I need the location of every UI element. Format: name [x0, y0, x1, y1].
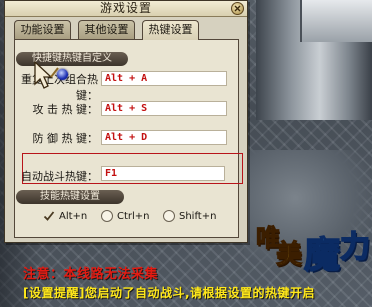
warning-notice: 注意：本线路无法采集 [23, 267, 159, 282]
logo-glyph-4: 力 [339, 229, 371, 266]
radio-icon[interactable] [163, 210, 175, 222]
attack-hotkey-input[interactable] [101, 101, 227, 116]
logo-glyph-3: 魔 [303, 233, 341, 277]
skill-hotkey-header: 技能热键设置 [16, 190, 124, 204]
tab-hotkey-settings[interactable]: 热键设置 [142, 20, 199, 40]
logo-glyph-2: 美 [275, 240, 303, 271]
defend-hotkey-input[interactable] [101, 130, 227, 145]
radio-icon[interactable] [101, 210, 113, 222]
checkmark-icon[interactable] [43, 210, 55, 222]
attack-hotkey-label: 攻 击 热 键： [32, 103, 99, 116]
game-settings-dialog: 游戏设置 功能设置 其他设置 热键设置 [4, 0, 248, 243]
repeat-combo-hotkey-input[interactable] [101, 71, 227, 86]
stone-pillar-top [300, 0, 372, 42]
game-logo: 唯 美 魔 力 [254, 208, 372, 277]
close-button[interactable] [231, 2, 244, 15]
reminder-notice: [设置提醒]您启动了自动战斗,请根据设置的热键开启 [23, 286, 316, 300]
option-shift-label: Shift+n [179, 211, 217, 222]
auto-battle-hotkey-label: 自动战斗热键： [21, 170, 98, 183]
sword-cursor-icon [34, 60, 59, 89]
dialog-titlebar[interactable]: 游戏设置 [5, 1, 247, 17]
close-icon [234, 5, 241, 12]
dialog-title: 游戏设置 [99, 1, 152, 15]
auto-battle-hotkey-input[interactable] [101, 166, 225, 181]
option-alt-label: Alt+n [59, 211, 88, 222]
tab-other-settings[interactable]: 其他设置 [78, 20, 135, 39]
tab-function-settings[interactable]: 功能设置 [14, 20, 71, 39]
option-ctrl-label: Ctrl+n [117, 211, 150, 222]
defend-hotkey-label: 防 御 热 键： [32, 132, 99, 145]
